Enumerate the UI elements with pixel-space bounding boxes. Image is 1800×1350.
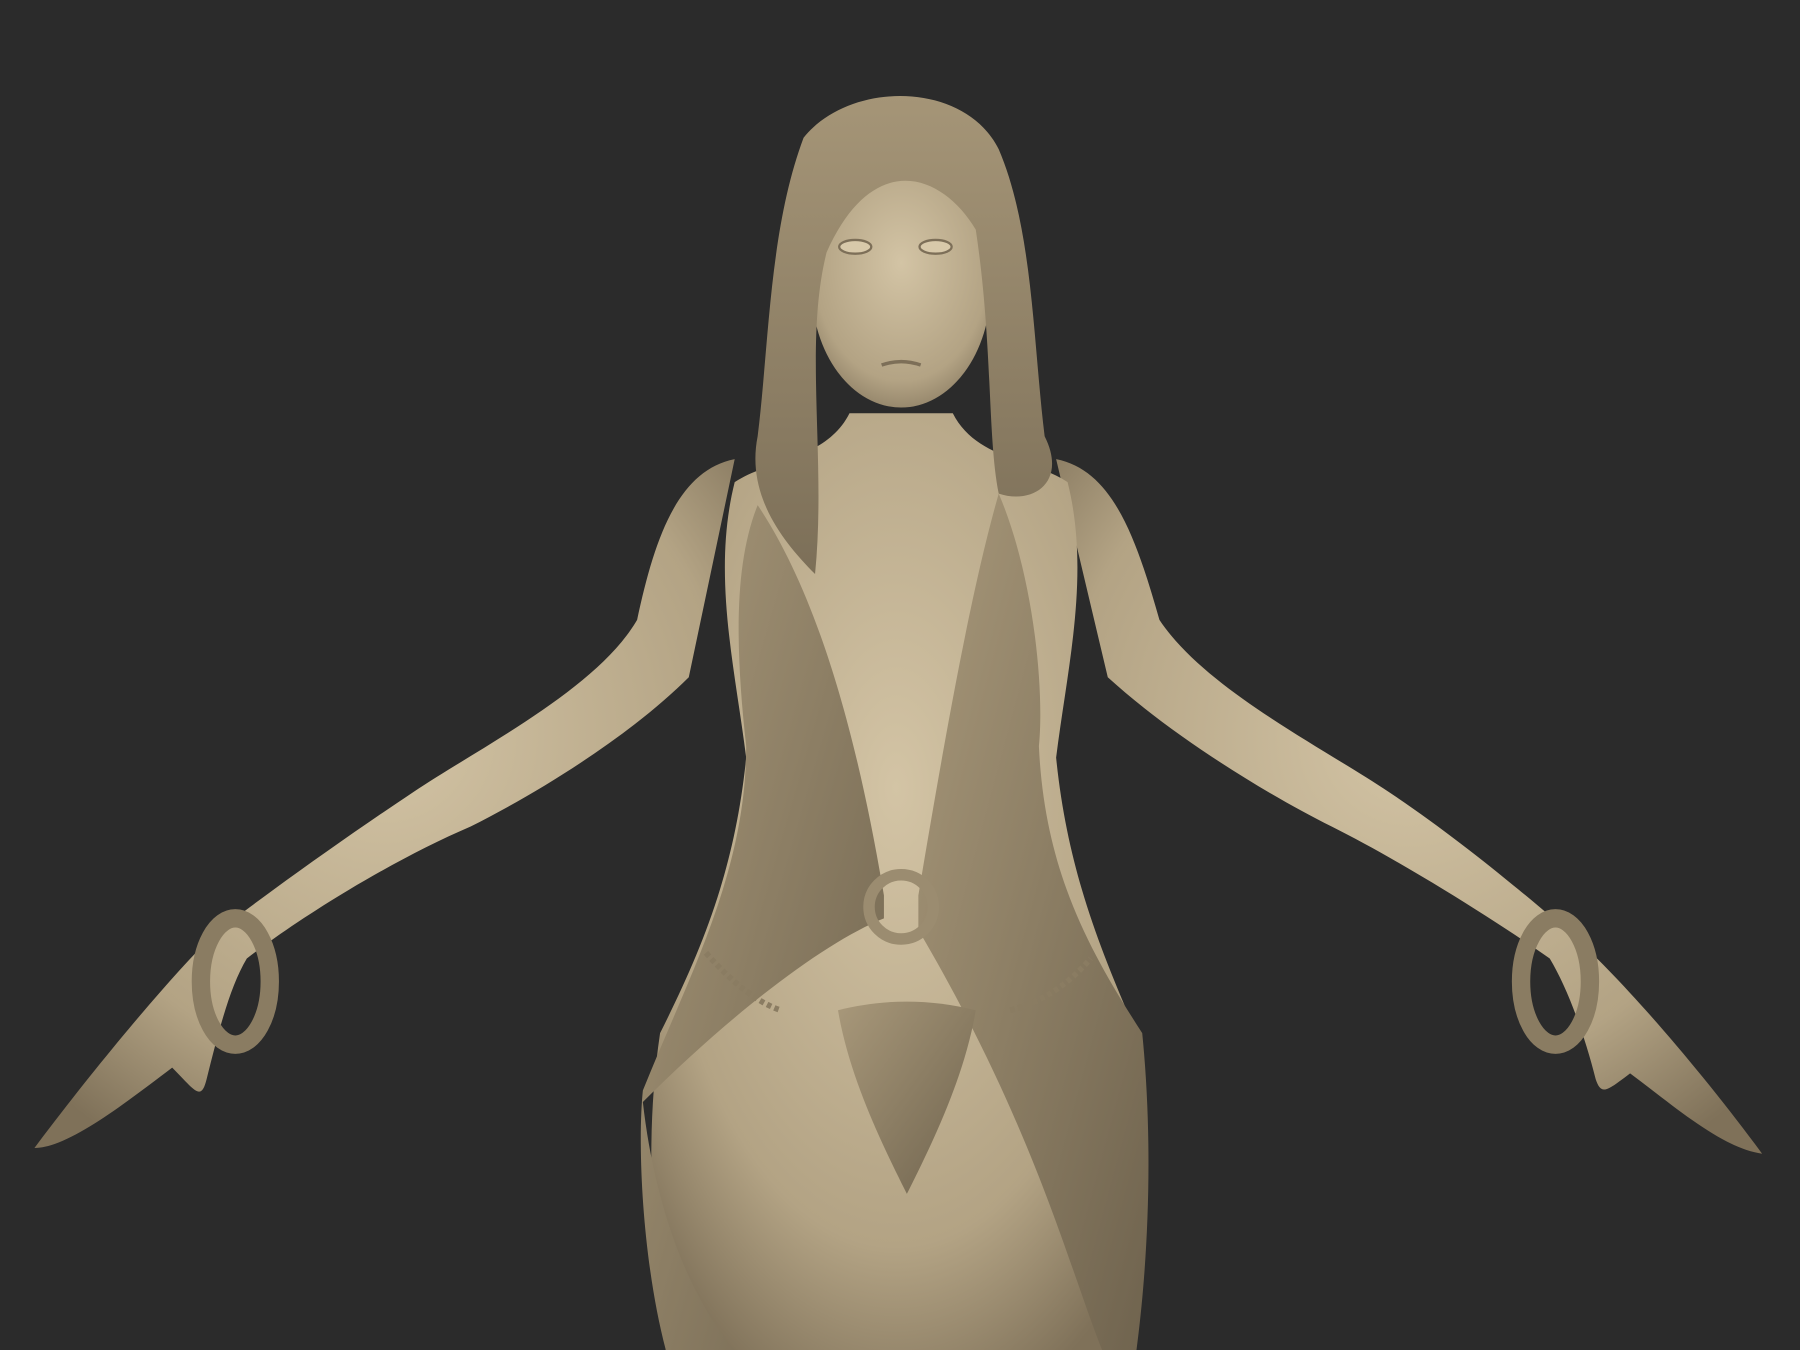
sculpt-viewport [0, 0, 1800, 1350]
left-eye [838, 238, 873, 255]
right-eye [918, 238, 953, 255]
